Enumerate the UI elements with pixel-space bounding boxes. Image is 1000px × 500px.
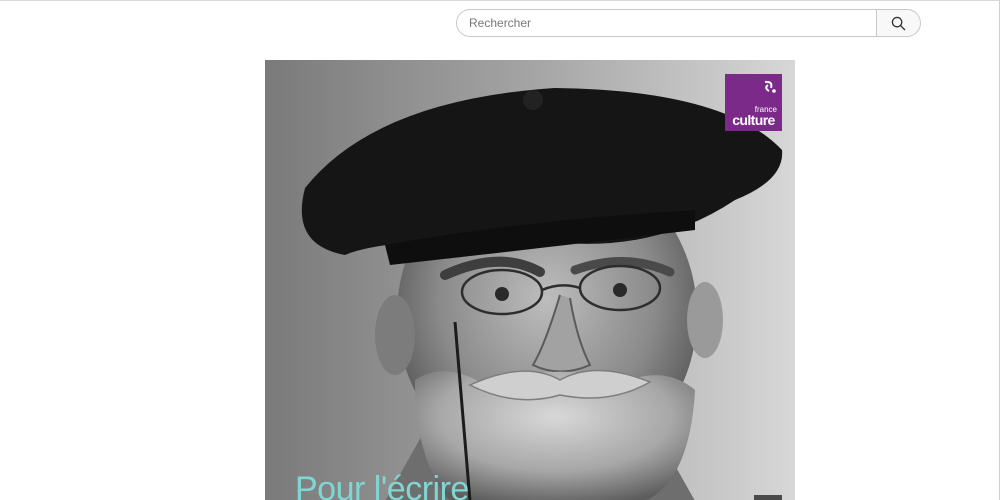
- logo-big-text: culture: [732, 112, 775, 128]
- search-icon: [891, 16, 906, 31]
- radio-wave-icon: [764, 80, 776, 93]
- page-frame: france culture Pour l'écrire: [0, 0, 1000, 500]
- portrait-photo: [265, 60, 795, 500]
- podcast-cover[interactable]: france culture Pour l'écrire: [265, 60, 795, 500]
- search-button[interactable]: [876, 9, 921, 37]
- search-input[interactable]: [456, 9, 876, 37]
- cover-title: Pour l'écrire: [295, 470, 469, 500]
- search-bar: [456, 9, 921, 37]
- overlay-marker: [754, 495, 782, 500]
- france-culture-logo: france culture: [725, 74, 782, 131]
